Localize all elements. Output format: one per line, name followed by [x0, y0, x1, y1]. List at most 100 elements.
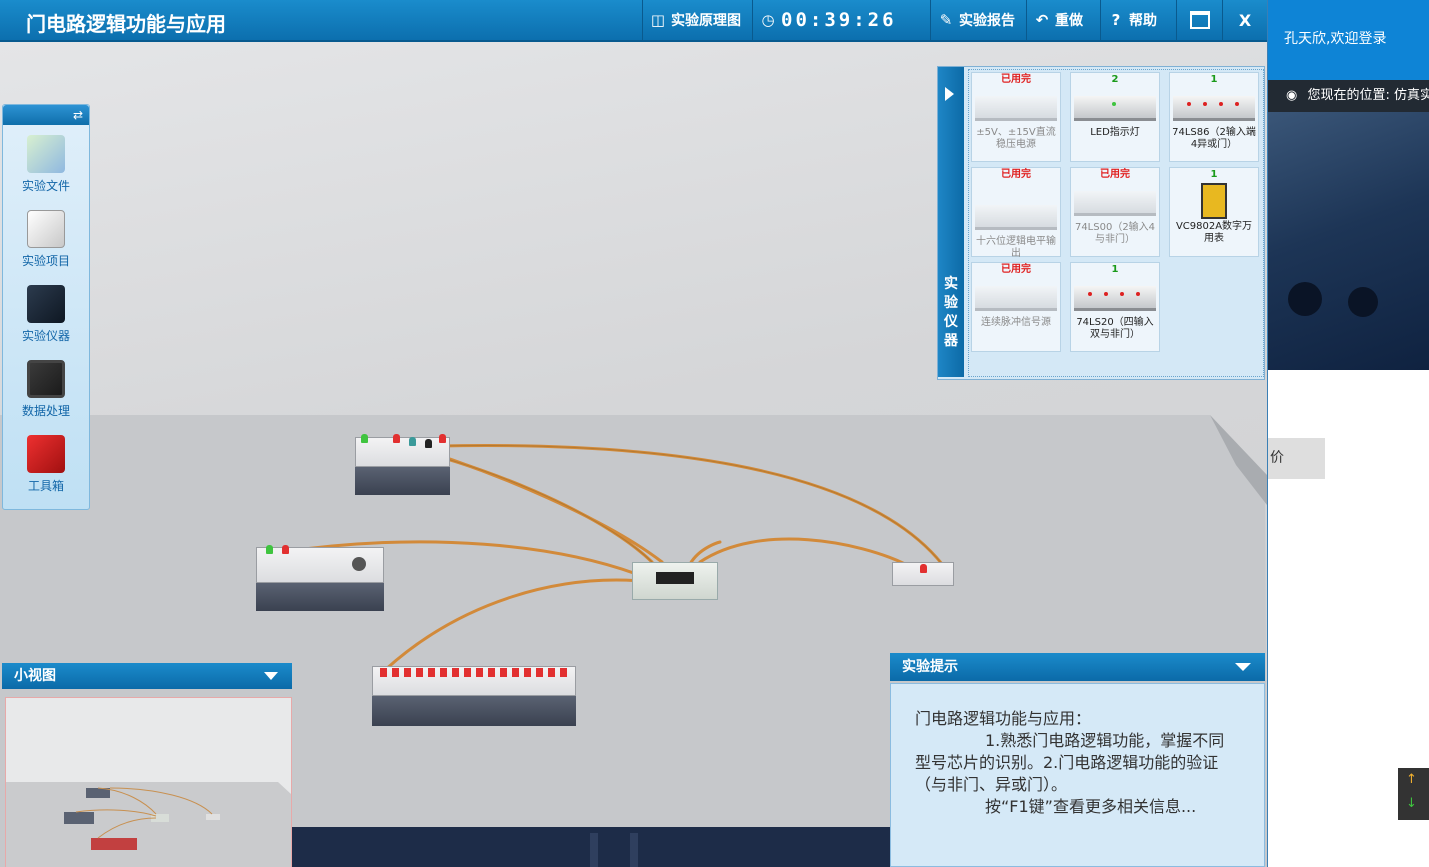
close-icon: X	[1238, 10, 1252, 30]
instrument-monitor-icon	[27, 285, 65, 323]
principle-diagram-label: 实验原理图	[671, 13, 741, 29]
instruments-panel: 实验仪器 已用完 ±5V、±15V直流稳压电源 2 LED指示灯 1 74LS8…	[937, 66, 1265, 380]
simulation-window: 门电路逻辑功能与应用 ◫ 实验原理图 ◷ 00:39:26 ✎ 实验报告 ↶ 重…	[0, 0, 1268, 867]
instrument-name: 74LS20（四输入双与非门）	[1076, 317, 1154, 340]
led-red	[393, 434, 400, 443]
scroll-control[interactable]: ↑ ↓	[1398, 768, 1429, 820]
instrument-button[interactable]: 实验仪器	[3, 285, 89, 344]
instrument-count: 1	[1111, 264, 1119, 275]
led-indicator-device[interactable]	[892, 562, 954, 586]
level-indicator-device[interactable]	[355, 434, 450, 495]
74ls86-thumbnail	[1173, 96, 1255, 121]
site-header: 孔天欣,欢迎登录	[1268, 0, 1429, 80]
logic-level-output-device[interactable]	[372, 666, 576, 726]
power-knob[interactable]	[352, 557, 366, 571]
toolbox-label: 工具箱	[27, 479, 64, 493]
experiment-project-button[interactable]: 实验项目	[3, 210, 89, 269]
pulse-source-thumbnail	[975, 286, 1057, 311]
instrument-label: 实验仪器	[21, 329, 70, 343]
led-green	[361, 434, 368, 443]
help-label: 帮助	[1129, 13, 1157, 29]
mini-view-canvas[interactable]	[5, 697, 292, 867]
close-button[interactable]: X	[1222, 0, 1267, 40]
background-tab[interactable]: 价	[1268, 438, 1325, 479]
led-teal	[409, 437, 416, 446]
toolbox-collapse-icon[interactable]: ⇄	[3, 105, 89, 125]
instruments-tab-label: 实验仪器	[944, 276, 958, 349]
instrument-name: LED指示灯	[1090, 127, 1140, 138]
instrument-card-74ls00[interactable]: 已用完 74LS00（2输入4与非门）	[1070, 167, 1160, 257]
alarm-clock-icon: ◷	[761, 11, 775, 29]
scroll-down-icon[interactable]: ↓	[1406, 792, 1429, 816]
hints-body: 门电路逻辑功能与应用： 1.熟悉门电路逻辑功能，掌握不同型号芯片的识别。2.门电…	[890, 683, 1265, 867]
logic-output-thumbnail	[975, 205, 1057, 230]
help-button[interactable]: ? 帮助	[1100, 0, 1176, 40]
experiment-project-label: 实验项目	[21, 254, 70, 268]
indicator-led	[920, 564, 927, 573]
expand-arrow-icon[interactable]	[945, 87, 954, 101]
maximize-button[interactable]	[1176, 0, 1222, 40]
instrument-count: 2	[1111, 74, 1119, 85]
instrument-card-multimeter[interactable]: 1 VC9802A数字万用表	[1169, 167, 1259, 257]
location-text: 您现在的位置: 仿真实	[1307, 88, 1429, 103]
experiment-report-button[interactable]: ✎ 实验报告	[930, 0, 1026, 40]
switch-row	[380, 668, 570, 677]
74ls00-thumbnail	[1074, 191, 1156, 216]
experiment-file-label: 实验文件	[21, 179, 70, 193]
hints-title: 实验提示	[902, 659, 958, 675]
hints-line-1: 门电路逻辑功能与应用：	[915, 709, 1092, 728]
data-processing-label: 数据处理	[21, 404, 70, 418]
chevron-down-icon[interactable]	[264, 672, 278, 680]
background-tab-label: 价	[1270, 450, 1284, 466]
scroll-up-icon[interactable]: ↑	[1406, 768, 1429, 792]
instrument-count: 已用完	[1001, 264, 1031, 275]
chip-board-device[interactable]	[632, 562, 718, 600]
toolbox-button[interactable]: 工具箱	[3, 435, 89, 494]
chevron-down-icon[interactable]	[1235, 663, 1251, 671]
instrument-name: 十六位逻辑电平输出	[976, 236, 1056, 259]
power-supply-device[interactable]	[256, 545, 384, 611]
experiment-file-button[interactable]: 实验文件	[3, 135, 89, 194]
instrument-grid: 已用完 ±5V、±15V直流稳压电源 2 LED指示灯 1 74LS86（2输入…	[968, 69, 1264, 377]
instrument-card-pulse-source[interactable]: 已用完 连续脉冲信号源	[971, 262, 1061, 352]
toolbox-icon	[27, 435, 65, 473]
74ls20-thumbnail	[1074, 286, 1156, 311]
power-led-green	[266, 545, 273, 554]
instrument-name: 74LS00（2输入4与非门）	[1074, 222, 1156, 245]
instrument-count: 已用完	[1100, 169, 1130, 180]
terminal-black	[425, 439, 432, 448]
data-processing-button[interactable]: 数据处理	[3, 360, 89, 419]
instrument-card-led[interactable]: 2 LED指示灯	[1070, 72, 1160, 162]
hints-line-2: 1.熟悉门电路逻辑功能，掌握不同型号芯片的识别。2.门电路逻辑功能的验证（与非门…	[915, 731, 1225, 794]
window-title: 门电路逻辑功能与应用	[26, 12, 226, 36]
left-toolbox: ⇄ 实验文件 实验项目 实验仪器 数据处理 工具箱	[2, 104, 90, 510]
location-bar: ◉ 您现在的位置: 仿真实	[1268, 80, 1429, 112]
experiment-report-label: 实验报告	[959, 13, 1015, 29]
maximize-icon	[1189, 11, 1210, 29]
power-supply-thumbnail	[975, 96, 1057, 121]
instrument-name: 74LS86（2输入端4异或门）	[1172, 127, 1256, 150]
title-bar: 门电路逻辑功能与应用 ◫ 实验原理图 ◷ 00:39:26 ✎ 实验报告 ↶ 重…	[0, 0, 1267, 42]
undo-arrow-icon: ↶	[1035, 11, 1049, 29]
location-pin-icon: ◉	[1286, 88, 1298, 103]
hints-header[interactable]: 实验提示	[890, 653, 1265, 681]
instrument-card-74ls20[interactable]: 1 74LS20（四输入双与非门）	[1070, 262, 1160, 352]
instruments-panel-tab[interactable]: 实验仪器	[938, 67, 964, 377]
principle-diagram-button[interactable]: ◫ 实验原理图	[642, 0, 752, 40]
multimeter-thumbnail	[1201, 183, 1227, 219]
redo-button[interactable]: ↶ 重做	[1026, 0, 1100, 40]
instrument-name: ±5V、±15V直流稳压电源	[976, 127, 1056, 150]
timer-text: 00:39:26	[781, 9, 897, 31]
experiment-hints-panel: 实验提示 门电路逻辑功能与应用： 1.熟悉门电路逻辑功能，掌握不同型号芯片的识别…	[890, 653, 1265, 867]
data-chart-icon	[27, 360, 65, 398]
question-icon: ?	[1111, 11, 1121, 29]
instrument-name: 连续脉冲信号源	[981, 317, 1051, 328]
instrument-card-logic-output[interactable]: 已用完 十六位逻辑电平输出	[971, 167, 1061, 259]
instrument-card-power-supply[interactable]: 已用完 ±5V、±15V直流稳压电源	[971, 72, 1061, 162]
hints-line-3: 按“F1键”查看更多相关信息...	[985, 797, 1197, 816]
mini-view-header[interactable]: 小视图	[2, 663, 292, 689]
welcome-text: 孔天欣,欢迎登录	[1284, 31, 1387, 47]
experiment-file-icon	[27, 135, 65, 173]
instrument-name: VC9802A数字万用表	[1175, 221, 1253, 244]
instrument-card-74ls86[interactable]: 1 74LS86（2输入端4异或门）	[1169, 72, 1259, 162]
